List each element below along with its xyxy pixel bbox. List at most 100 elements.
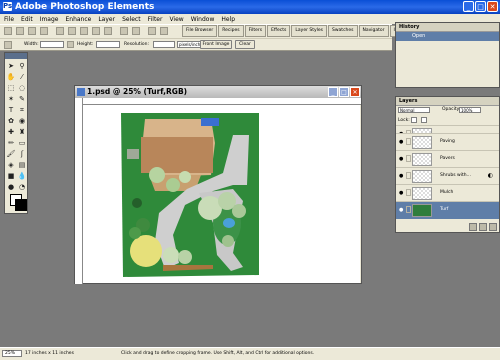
eye-icon[interactable]: ● (399, 173, 403, 179)
history-item[interactable]: Open (396, 32, 499, 41)
import-icon[interactable] (16, 27, 24, 35)
link-icon[interactable] (406, 172, 411, 179)
layer-row[interactable]: ● Mulch (396, 184, 499, 202)
paint-bucket-tool-icon[interactable]: ◈ (6, 160, 16, 170)
menu-layer[interactable]: Layer (98, 16, 115, 23)
pencil-tool-icon[interactable]: ✏ (6, 138, 16, 148)
layer-name: Turf (440, 207, 449, 212)
app-titlebar: Ps Adobe Photoshop Elements _ □ ✕ (0, 0, 500, 14)
impressionist-brush-tool-icon[interactable]: ʃ (17, 149, 27, 159)
healing-brush-tool-icon[interactable]: ✚ (6, 127, 16, 137)
zoom-tool-icon[interactable]: ⚲ (17, 61, 27, 71)
new-fill-layer-icon[interactable] (469, 223, 477, 231)
tab-effects[interactable]: Effects (267, 25, 291, 37)
clear-button[interactable]: Clear (235, 40, 255, 49)
attach-email-icon[interactable] (104, 27, 112, 35)
save-icon[interactable] (56, 27, 64, 35)
lock-transparency-checkbox[interactable] (411, 117, 417, 123)
layer-row[interactable]: ● Pavers (396, 150, 499, 168)
document-minimize-button[interactable]: _ (328, 87, 338, 97)
minimize-button[interactable]: _ (463, 1, 474, 12)
lock-all-checkbox[interactable] (421, 117, 427, 123)
tab-recipes[interactable]: Recipes (218, 25, 244, 37)
move-tool-icon[interactable]: ➤ (6, 61, 16, 71)
new-file-icon[interactable] (4, 27, 12, 35)
resolution-label: Resolution: (124, 42, 150, 47)
zoom-field[interactable]: 25% (2, 350, 22, 357)
menu-select[interactable]: Select (122, 16, 141, 23)
eye-icon[interactable]: ● (399, 139, 403, 145)
crop-tool-icon[interactable] (4, 41, 12, 49)
clone-stamp-tool-icon[interactable]: ♜ (17, 127, 27, 137)
menu-file[interactable]: File (4, 16, 14, 23)
print-preview-icon[interactable] (92, 27, 100, 35)
document-close-button[interactable]: ✕ (350, 87, 360, 97)
resolution-unit-select[interactable]: pixels/inch (177, 41, 201, 48)
magic-wand-tool-icon[interactable]: ✶ (6, 94, 16, 104)
lasso-tool-icon[interactable]: ◌ (17, 83, 27, 93)
document-info[interactable]: 17 inches x 11 inches (25, 351, 74, 356)
menu-enhance[interactable]: Enhance (65, 16, 91, 23)
blend-mode-select[interactable]: Normal (398, 107, 430, 113)
brush-tool-icon[interactable]: 🖌 (6, 149, 16, 159)
menu-edit[interactable]: Edit (21, 16, 33, 23)
menu-view[interactable]: View (169, 16, 183, 23)
menu-window[interactable]: Window (191, 16, 215, 23)
tab-file-browser[interactable]: File Browser (182, 25, 218, 37)
eye-icon[interactable]: ● (399, 156, 403, 162)
open-icon[interactable] (28, 27, 36, 35)
step-backward-icon[interactable] (120, 27, 128, 35)
lock-label: Lock: (398, 118, 410, 123)
height-field[interactable] (96, 41, 120, 48)
background-color-swatch[interactable] (15, 199, 27, 211)
step-forward-icon[interactable] (132, 27, 140, 35)
shape-tool-icon[interactable]: ■ (6, 171, 16, 181)
print-icon[interactable] (80, 27, 88, 35)
maximize-button[interactable]: □ (475, 1, 486, 12)
type-tool-icon[interactable]: T (6, 105, 16, 115)
tab-swatches[interactable]: Swatches (328, 25, 358, 37)
new-layer-icon[interactable] (479, 223, 487, 231)
eye-icon[interactable]: ● (399, 207, 403, 213)
layer-name: Paving (440, 139, 455, 144)
gradient-tool-icon[interactable]: ▤ (17, 160, 27, 170)
eye-icon[interactable]: ● (399, 190, 403, 196)
eyedropper-tool-icon[interactable]: ⁄ (17, 72, 27, 82)
layer-row[interactable]: ● Shrubs with... ◐ (396, 167, 499, 185)
sponge-tool-icon[interactable]: ● (6, 182, 16, 192)
link-icon[interactable] (406, 189, 411, 196)
crop-tool-icon[interactable]: ⌗ (17, 105, 27, 115)
close-button[interactable]: ✕ (487, 1, 498, 12)
red-eye-tool-icon[interactable]: ◉ (17, 116, 27, 126)
save-for-web-icon[interactable] (68, 27, 76, 35)
link-icon[interactable] (406, 155, 411, 162)
hand-tool-icon[interactable]: ✋ (6, 72, 16, 82)
resolution-field[interactable] (153, 41, 175, 48)
browse-icon[interactable] (40, 27, 48, 35)
quick-fix-icon[interactable] (148, 27, 156, 35)
document-maximize-button[interactable]: □ (339, 87, 349, 97)
dodge-tool-icon[interactable]: ◔ (17, 182, 27, 192)
link-icon[interactable] (406, 138, 411, 145)
menu-image[interactable]: Image (40, 16, 59, 23)
help-icon[interactable] (160, 27, 168, 35)
image-canvas[interactable] (83, 105, 360, 283)
menu-filter[interactable]: Filter (148, 16, 163, 23)
selection-brush-tool-icon[interactable]: ✎ (17, 94, 27, 104)
front-image-button[interactable]: Front Image (200, 40, 232, 49)
layer-row-selected[interactable]: ● Turf (396, 201, 499, 219)
blur-tool-icon[interactable]: 💧 (17, 171, 27, 181)
marquee-tool-icon[interactable]: ⬚ (6, 83, 16, 93)
tab-filters[interactable]: Filters (244, 25, 267, 37)
trash-icon[interactable] (489, 223, 497, 231)
opacity-field[interactable]: 100% (459, 107, 481, 113)
tab-layer-styles[interactable]: Layer Styles (291, 25, 328, 37)
tab-navigator[interactable]: Navigator (358, 25, 389, 37)
swap-dimensions-icon[interactable] (67, 41, 74, 48)
menu-help[interactable]: Help (221, 16, 235, 23)
cookie-cutter-tool-icon[interactable]: ✿ (6, 116, 16, 126)
eraser-tool-icon[interactable]: ▭ (17, 138, 27, 148)
brush-icon[interactable] (406, 206, 411, 213)
width-field[interactable] (40, 41, 64, 48)
layer-row[interactable]: ● Paving (396, 133, 499, 151)
